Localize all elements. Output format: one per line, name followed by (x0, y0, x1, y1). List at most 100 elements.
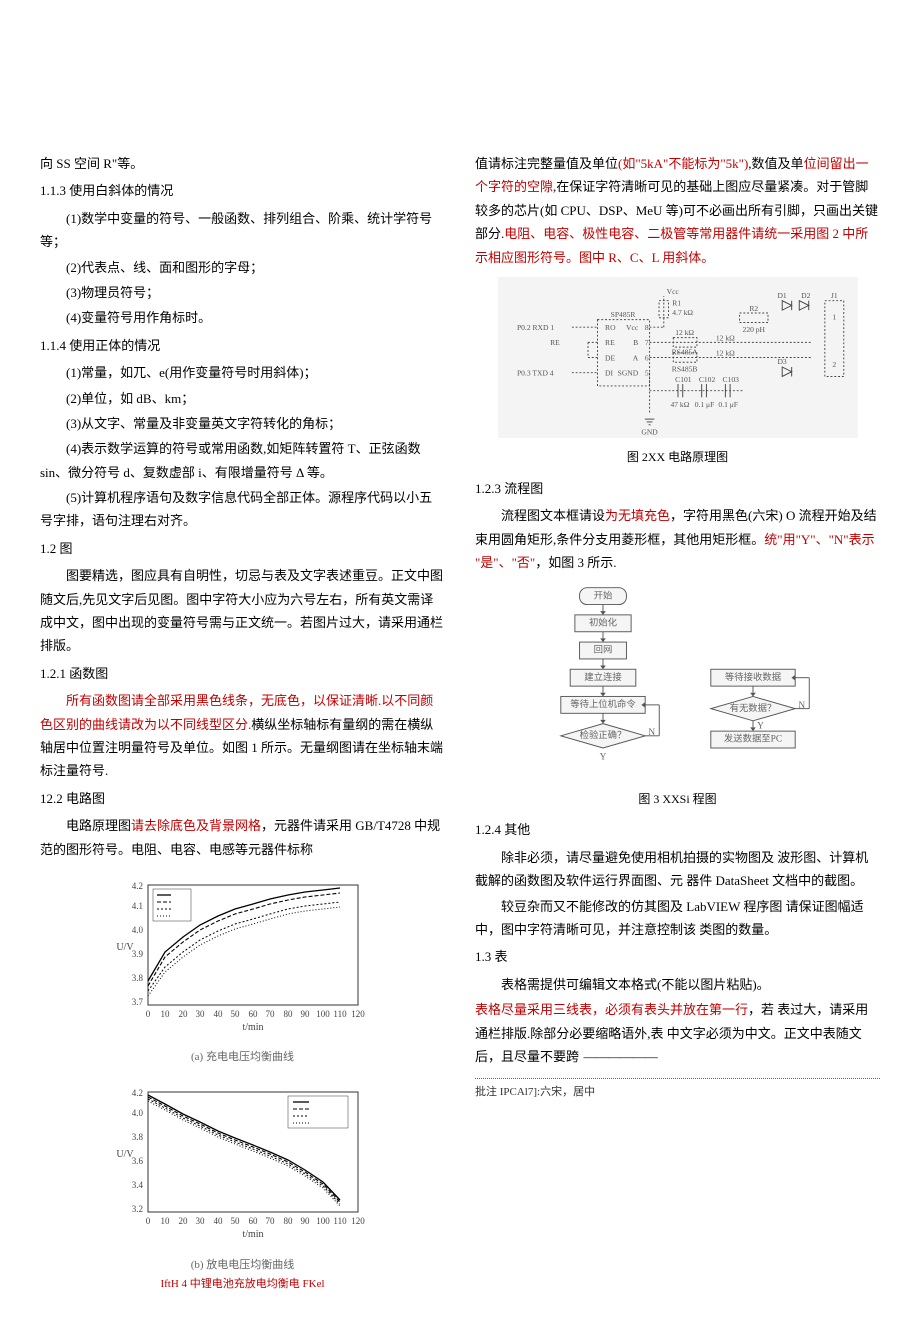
figure-3-caption: 图 3 XXSi 程图 (475, 789, 880, 811)
svg-text:10: 10 (160, 1009, 170, 1019)
svg-text:A: A (632, 353, 638, 362)
svg-text:4.2: 4.2 (131, 1088, 142, 1098)
heading-1-1-3: 1.1.3 使用白斜体的情况 (40, 179, 445, 202)
left-column: 向 SS 空间 R"等。 1.1.3 使用白斜体的情况 (1)数学中变量的符号、… (40, 150, 445, 1303)
span-122-a: 电路原理图 (66, 818, 131, 833)
flowchart-svg: 开始 初始化 回网 建立连接 等待上位机命令 检验正确？ Y N (528, 583, 828, 780)
r-f: 电阻、电容、极性电容、二极管等常用器件请统一采用图 2 中所示相应图形符号。图中… (475, 226, 868, 264)
svg-text:N: N (648, 728, 655, 738)
s13-2a: 表格尽量采用三线表，必须有表头并放在第一行 (475, 1002, 748, 1017)
para-13-1: 表格需提供可编辑文本格式(不能以图片粘贴)。 (475, 973, 880, 996)
chart-b-svg: 3.2 3.4 3.6 3.8 4.0 4.2 0 10 20 30 40 50… (113, 1082, 373, 1242)
svg-text:40: 40 (213, 1009, 223, 1019)
svg-text:0.1 μF: 0.1 μF (694, 400, 714, 409)
svg-text:4.7 kΩ: 4.7 kΩ (672, 308, 693, 317)
svg-text:等待上位机命令: 等待上位机命令 (570, 698, 636, 710)
svg-text:4.1: 4.1 (131, 901, 142, 911)
svg-text:检验正确？: 检验正确？ (579, 729, 626, 741)
svg-text:D2: D2 (801, 291, 810, 300)
item-114-5: (5)计算机程序语句及数字信息代码全部正体。源程序代码以小五号字排，语句注理右对… (40, 486, 445, 533)
svg-text:DI: DI (605, 368, 613, 377)
svg-text:RE: RE (605, 338, 615, 347)
item-113-3: (3)物理员符号； (40, 281, 445, 304)
svg-text:100: 100 (316, 1009, 330, 1019)
svg-text:N: N (798, 701, 805, 711)
r-c: ,数值及单 (748, 156, 803, 171)
circuit-svg: SP485R RO RE DE DI Vcc B A SGND 8 7 6 5 … (498, 277, 858, 438)
svg-text:RO: RO (605, 323, 616, 332)
svg-text:6: 6 (644, 353, 648, 362)
comment-annotation: 批注 IPCAl7]:六宋，居中 (475, 1078, 880, 1103)
s123a: 流程图文本框请设 (501, 508, 605, 523)
svg-text:C101: C101 (675, 375, 692, 384)
figure-2: SP485R RO RE DE DI Vcc B A SGND 8 7 6 5 … (475, 277, 880, 469)
svg-text:开始: 开始 (593, 589, 612, 601)
heading-1-2: 1.2 图 (40, 537, 445, 560)
svg-text:90: 90 (300, 1009, 310, 1019)
svg-text:3.2: 3.2 (131, 1204, 142, 1214)
svg-text:发送数据至PC: 发送数据至PC (723, 732, 781, 744)
svg-text:C103: C103 (722, 375, 739, 384)
svg-text:12 kΩ: 12 kΩ (715, 349, 734, 358)
s123b: 为无填充色 (605, 508, 670, 523)
svg-text:12 kΩ: 12 kΩ (715, 333, 734, 342)
item-113-1: (1)数学中变量的符号、一般函数、排列组合、阶乘、统计学符号等； (40, 207, 445, 254)
item-113-2: (2)代表点、线、面和图形的字母； (40, 256, 445, 279)
svg-text:RS485A: RS485A (671, 348, 698, 357)
figure-1-caption: IftH 4 中锂电池充放电均衡电 FKel (40, 1275, 445, 1295)
r-a: 值请标注完整量值及单位 (475, 156, 618, 171)
fragment-top: 向 SS 空间 R"等。 (40, 152, 445, 175)
svg-text:4.0: 4.0 (131, 1108, 143, 1118)
svg-text:12 kΩ: 12 kΩ (675, 328, 694, 337)
item-114-1: (1)常量，如兀、e(用作变量符号时用斜体)； (40, 361, 445, 384)
svg-text:110: 110 (333, 1216, 347, 1226)
svg-text:220 pH: 220 pH (742, 325, 765, 334)
svg-text:1: 1 (832, 313, 836, 322)
chart-a-xlabel: t/min (242, 1022, 263, 1033)
svg-text:C102: C102 (698, 375, 715, 384)
svg-text:80: 80 (283, 1009, 293, 1019)
svg-text:110: 110 (333, 1009, 347, 1019)
svg-text:90: 90 (300, 1216, 310, 1226)
svg-text:P0.2 RXD 1: P0.2 RXD 1 (516, 323, 553, 332)
para-124-2: 较豆杂而又不能修改的仿其图及 LabVIEW 程序图 请保证图幅适中，图中字符清… (475, 895, 880, 942)
svg-text:120: 120 (351, 1009, 365, 1019)
leader-dashes: — — — — — — (582, 1049, 656, 1064)
heading-1-3: 1.3 表 (475, 945, 880, 968)
svg-text:R2: R2 (749, 304, 758, 313)
heading-1-2-2: 12.2 电路图 (40, 787, 445, 810)
span-122-b: 请去除底色及背景网格 (131, 818, 261, 833)
svg-text:100: 100 (316, 1216, 330, 1226)
figure-1b: 3.2 3.4 3.6 3.8 4.0 4.2 0 10 20 30 40 50… (40, 1076, 445, 1295)
svg-text:3.4: 3.4 (131, 1180, 143, 1190)
svg-text:20: 20 (178, 1216, 188, 1226)
svg-text:70: 70 (265, 1009, 275, 1019)
svg-text:DE: DE (605, 353, 615, 362)
svg-text:0: 0 (145, 1216, 150, 1226)
svg-text:60: 60 (248, 1009, 258, 1019)
para-top-right: 值请标注完整量值及单位(如"5kA"不能标为"5k"),数值及单位间留出一个字符… (475, 152, 880, 269)
chart-a-svg: 3.7 3.8 3.9 4.0 4.1 4.2 0 10 20 30 40 50… (113, 875, 373, 1035)
svg-text:120: 120 (351, 1216, 365, 1226)
svg-text:3.8: 3.8 (131, 973, 143, 983)
svg-text:SGND: SGND (617, 368, 638, 377)
item-114-2: (2)单位，如 dB、km； (40, 387, 445, 410)
svg-text:20: 20 (178, 1009, 188, 1019)
svg-text:Vcc: Vcc (666, 287, 679, 296)
chart-a-subcaption: (a) 充电电压均衡曲线 (40, 1048, 445, 1068)
figure-1a: 3.7 3.8 3.9 4.0 4.1 4.2 0 10 20 30 40 50… (40, 869, 445, 1068)
svg-text:7: 7 (644, 338, 648, 347)
svg-text:2: 2 (832, 360, 836, 369)
svg-text:R1: R1 (672, 298, 681, 307)
svg-text:40: 40 (213, 1216, 223, 1226)
svg-text:有无数据？: 有无数据？ (729, 701, 776, 713)
svg-text:J1: J1 (830, 291, 837, 300)
svg-text:RE: RE (550, 338, 560, 347)
svg-text:建立连接: 建立连接 (584, 670, 621, 682)
chart-b-subcaption: (b) 放电电压均衡曲线 (40, 1256, 445, 1276)
svg-text:P0.3 TXD 4: P0.3 TXD 4 (516, 368, 553, 377)
svg-text:B: B (633, 338, 638, 347)
svg-text:Y: Y (599, 752, 606, 762)
heading-1-2-1: 1.2.1 函数图 (40, 662, 445, 685)
comment-text: 批注 IPCAl7]:六宋，居中 (475, 1086, 595, 1098)
